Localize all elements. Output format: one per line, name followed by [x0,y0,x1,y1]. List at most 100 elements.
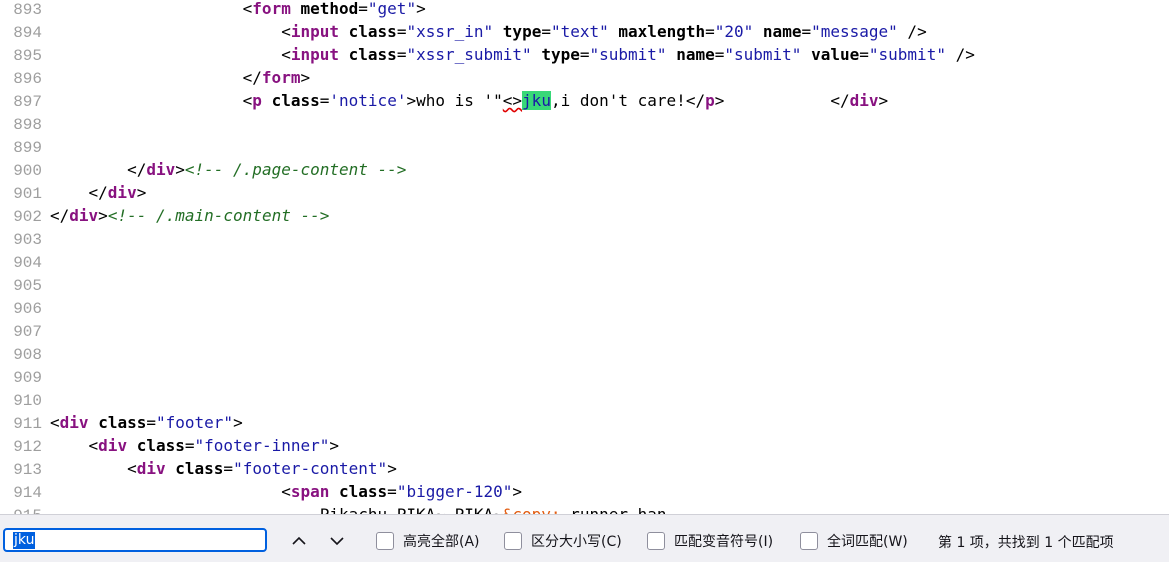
code-text: > [300,68,311,87]
code-line: 913 <div class="footer-content"> [0,457,397,480]
code-text: > [329,436,340,455]
line-number: 895 [13,47,42,65]
tag-name: div [59,413,89,432]
html-comment: <!-- /.main-content --> [107,206,330,225]
chevron-up-icon [292,536,306,545]
line-number: 897 [13,93,42,111]
attribute-name: type [502,22,542,41]
attribute-name: class [348,22,397,41]
line-content: Pikachu PIKA~ PIKA~&copy; runner.han [50,503,667,514]
find-input[interactable]: jku [3,528,267,552]
code-line: 894 <input class="xssr_in" type="text" m… [0,20,927,43]
code-text: < [127,459,137,478]
highlight-all-checkbox[interactable]: 高亮全部(A) [376,530,480,552]
checkbox-box[interactable] [504,532,522,550]
find-next-button[interactable] [326,531,348,551]
attribute-value: "bigger-120" [396,482,513,501]
attribute-name: class [136,436,185,455]
code-text: = [801,22,812,41]
line-number: 894 [13,24,42,42]
line-number: 904 [13,254,42,272]
whole-words-checkbox[interactable]: 全词匹配(W) [800,530,908,552]
code-text: < [242,91,253,110]
attribute-value: "footer" [156,413,234,432]
tag-name: span [290,482,330,501]
checkbox-box[interactable] [647,532,665,550]
code-text: Pikachu PIKA~ PIKA~ [320,505,503,514]
tag-name: div [146,160,176,179]
line-number: 899 [13,139,42,157]
code-text: < [281,482,291,501]
attribute-value: "text" [550,22,609,41]
tag-name: div [849,91,879,110]
line-number: 906 [13,300,42,318]
line-content: <input class="xssr_submit" type="submit"… [50,43,975,66]
code-text: > [136,183,147,202]
code-line: 914 <span class="bigger-120"> [0,480,522,503]
attribute-name: class [98,413,147,432]
code-text: > [233,413,243,432]
code-text: < [281,22,291,41]
tag-name: input [290,45,339,64]
line-number: 911 [13,415,42,433]
code-text: = [705,22,715,41]
line-number: 896 [13,70,42,88]
whole-words-label: 全词匹配(W) [827,534,908,550]
line-number: 909 [13,369,42,387]
line-content: <p class='notice'>who is '"<>jku,i don't… [50,89,888,112]
line-number: 905 [13,277,42,295]
code-line: 900 </div><!-- /.page-content --> [0,158,406,181]
find-status: 第 1 项，共找到 1 个匹配项 [938,535,1114,551]
line-number: 898 [13,116,42,134]
checkbox-box[interactable] [800,532,818,550]
source-code-view[interactable]: 893 <form method="get"> 894 <input class=… [0,0,1169,514]
html-entity: &copy; [503,505,561,514]
checkbox-box[interactable] [376,532,394,550]
code-line: 897 <p class='notice'>who is '"<>jku,i d… [0,89,888,112]
code-text: >who is '" [406,91,503,110]
code-text: </ [242,68,262,87]
code-line: 910 [0,388,42,411]
line-number: 913 [13,461,42,479]
code-text: = [319,91,330,110]
attribute-name: value [811,45,860,64]
code-text: < [50,413,60,432]
code-line: 899 [0,135,42,158]
line-number: 908 [13,346,42,364]
code-line: 911 <div class="footer"> [0,411,243,434]
code-text: = [146,413,156,432]
match-diacritics-checkbox[interactable]: 匹配变音符号(I) [647,530,773,552]
code-line: 912 <div class="footer-inner"> [0,434,339,457]
tag-name: form [252,0,291,18]
line-number: 900 [13,162,42,180]
attribute-value: "20" [714,22,754,41]
attribute-name: name [762,22,802,41]
attribute-value: "footer-content" [233,459,388,478]
code-line: 902 </div><!-- /.main-content --> [0,204,329,227]
chevron-down-icon [330,537,344,546]
code-text: = [184,436,195,455]
line-content: </div> [50,181,147,204]
code-text: = [396,45,407,64]
match-case-checkbox[interactable]: 区分大小写(C) [504,530,622,552]
line-content: <form method="get"> [50,0,426,20]
attribute-value: "get" [367,0,417,18]
attribute-value: 'notice' [329,91,407,110]
code-text: < [281,45,291,64]
code-line: 903 [0,227,42,250]
code-text: = [387,482,397,501]
code-text: > [98,206,108,225]
highlight-all-label: 高亮全部(A) [403,534,480,550]
html-comment: <!-- /.page-content --> [184,160,407,179]
code-text: > [512,482,523,501]
code-text: runner.han [561,505,666,514]
code-text: > [416,0,426,18]
find-previous-button[interactable] [288,531,310,551]
